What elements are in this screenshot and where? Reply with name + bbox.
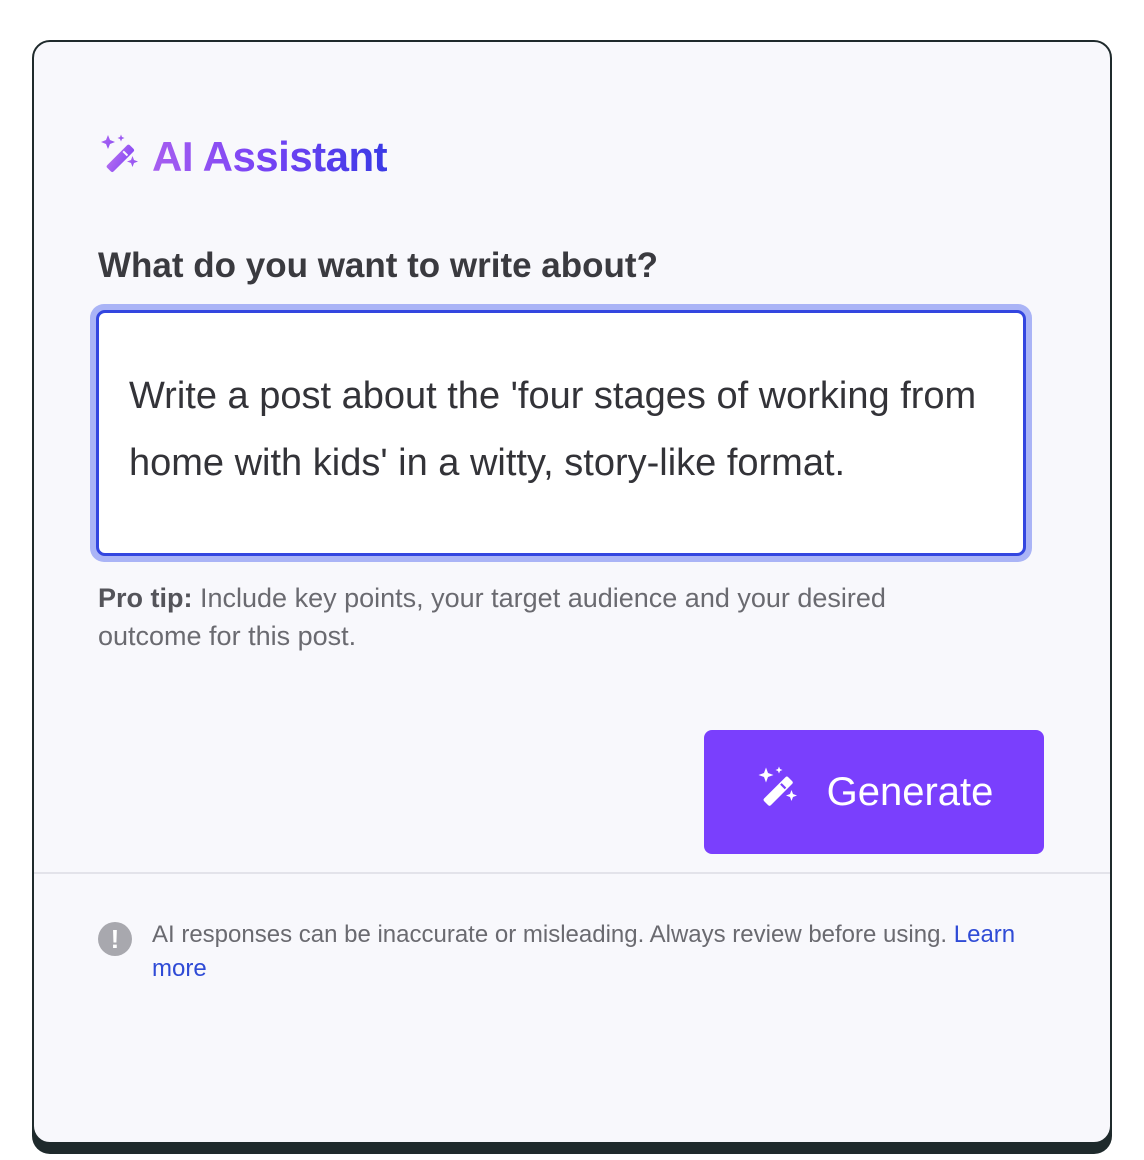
- disclaimer-text: AI responses can be inaccurate or mislea…: [152, 918, 1048, 986]
- section-divider: [34, 872, 1110, 874]
- disclaimer-body: AI responses can be inaccurate or mislea…: [152, 921, 954, 948]
- generate-button[interactable]: Generate: [704, 730, 1044, 854]
- assistant-header: AI Assistant: [98, 132, 388, 181]
- pro-tip-text: Pro tip: Include key points, your target…: [98, 579, 978, 655]
- pro-tip-label: Pro tip:: [98, 583, 193, 613]
- page-title: AI Assistant: [152, 132, 388, 180]
- prompt-textarea[interactable]: Write a post about the 'four stages of w…: [96, 310, 1026, 556]
- exclamation-circle-icon: !: [98, 922, 132, 956]
- prompt-focus-ring: Write a post about the 'four stages of w…: [90, 304, 1032, 562]
- prompt-question-label: What do you want to write about?: [98, 246, 658, 285]
- pro-tip-body: Include key points, your target audience…: [98, 583, 886, 651]
- ai-assistant-card: AI Assistant What do you want to write a…: [32, 40, 1112, 1144]
- magic-wand-icon: [98, 132, 152, 181]
- generate-button-label: Generate: [826, 769, 994, 814]
- magic-wand-icon: [755, 764, 827, 820]
- disclaimer-footer: ! AI responses can be inaccurate or misl…: [98, 918, 1048, 986]
